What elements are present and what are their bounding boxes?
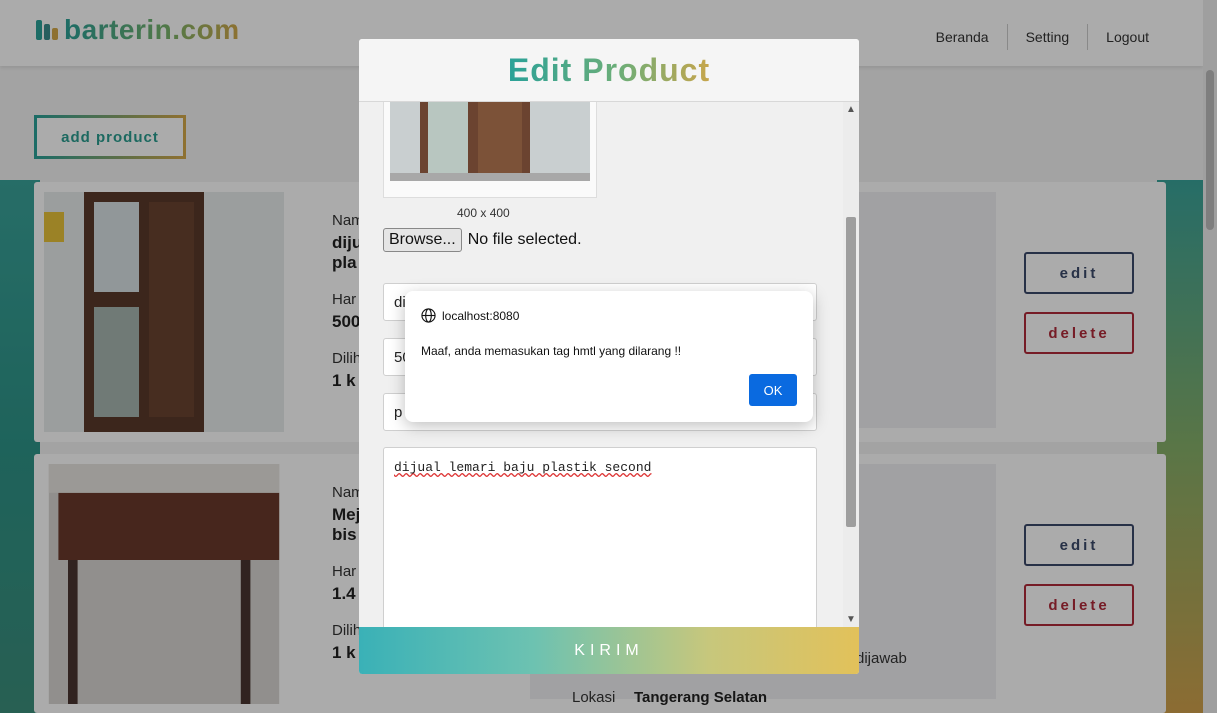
alert-dialog: localhost:8080 Maaf, anda memasukan tag … [405, 291, 813, 422]
alert-origin: localhost:8080 [421, 308, 519, 323]
globe-icon [421, 308, 436, 323]
submit-button[interactable]: KIRIM [359, 627, 859, 674]
image-size-label: 400 x 400 [457, 206, 510, 220]
file-input: Browse... No file selected. [383, 228, 582, 252]
modal-title: Edit Product [507, 51, 711, 88]
browse-button[interactable]: Browse... [383, 228, 462, 252]
file-status: No file selected. [467, 231, 582, 248]
alert-origin-text: localhost:8080 [442, 308, 520, 323]
image-preview [390, 102, 590, 181]
scroll-up-icon[interactable]: ▲ [846, 104, 856, 115]
modal-scrollbar[interactable]: ▲ ▼ [843, 102, 859, 627]
scroll-down-icon[interactable]: ▼ [846, 614, 856, 625]
modal-scrollbar-thumb[interactable] [846, 217, 856, 527]
modal-header: Edit Product [359, 39, 859, 102]
image-preview-frame [383, 102, 597, 198]
description-textarea[interactable]: dijual lemari baju plastik second [383, 447, 817, 627]
alert-ok-button[interactable]: OK [749, 374, 797, 406]
description-text: dijual lemari baju plastik second [394, 460, 652, 475]
alert-message: Maaf, anda memasukan tag hmtl yang dilar… [421, 344, 682, 358]
